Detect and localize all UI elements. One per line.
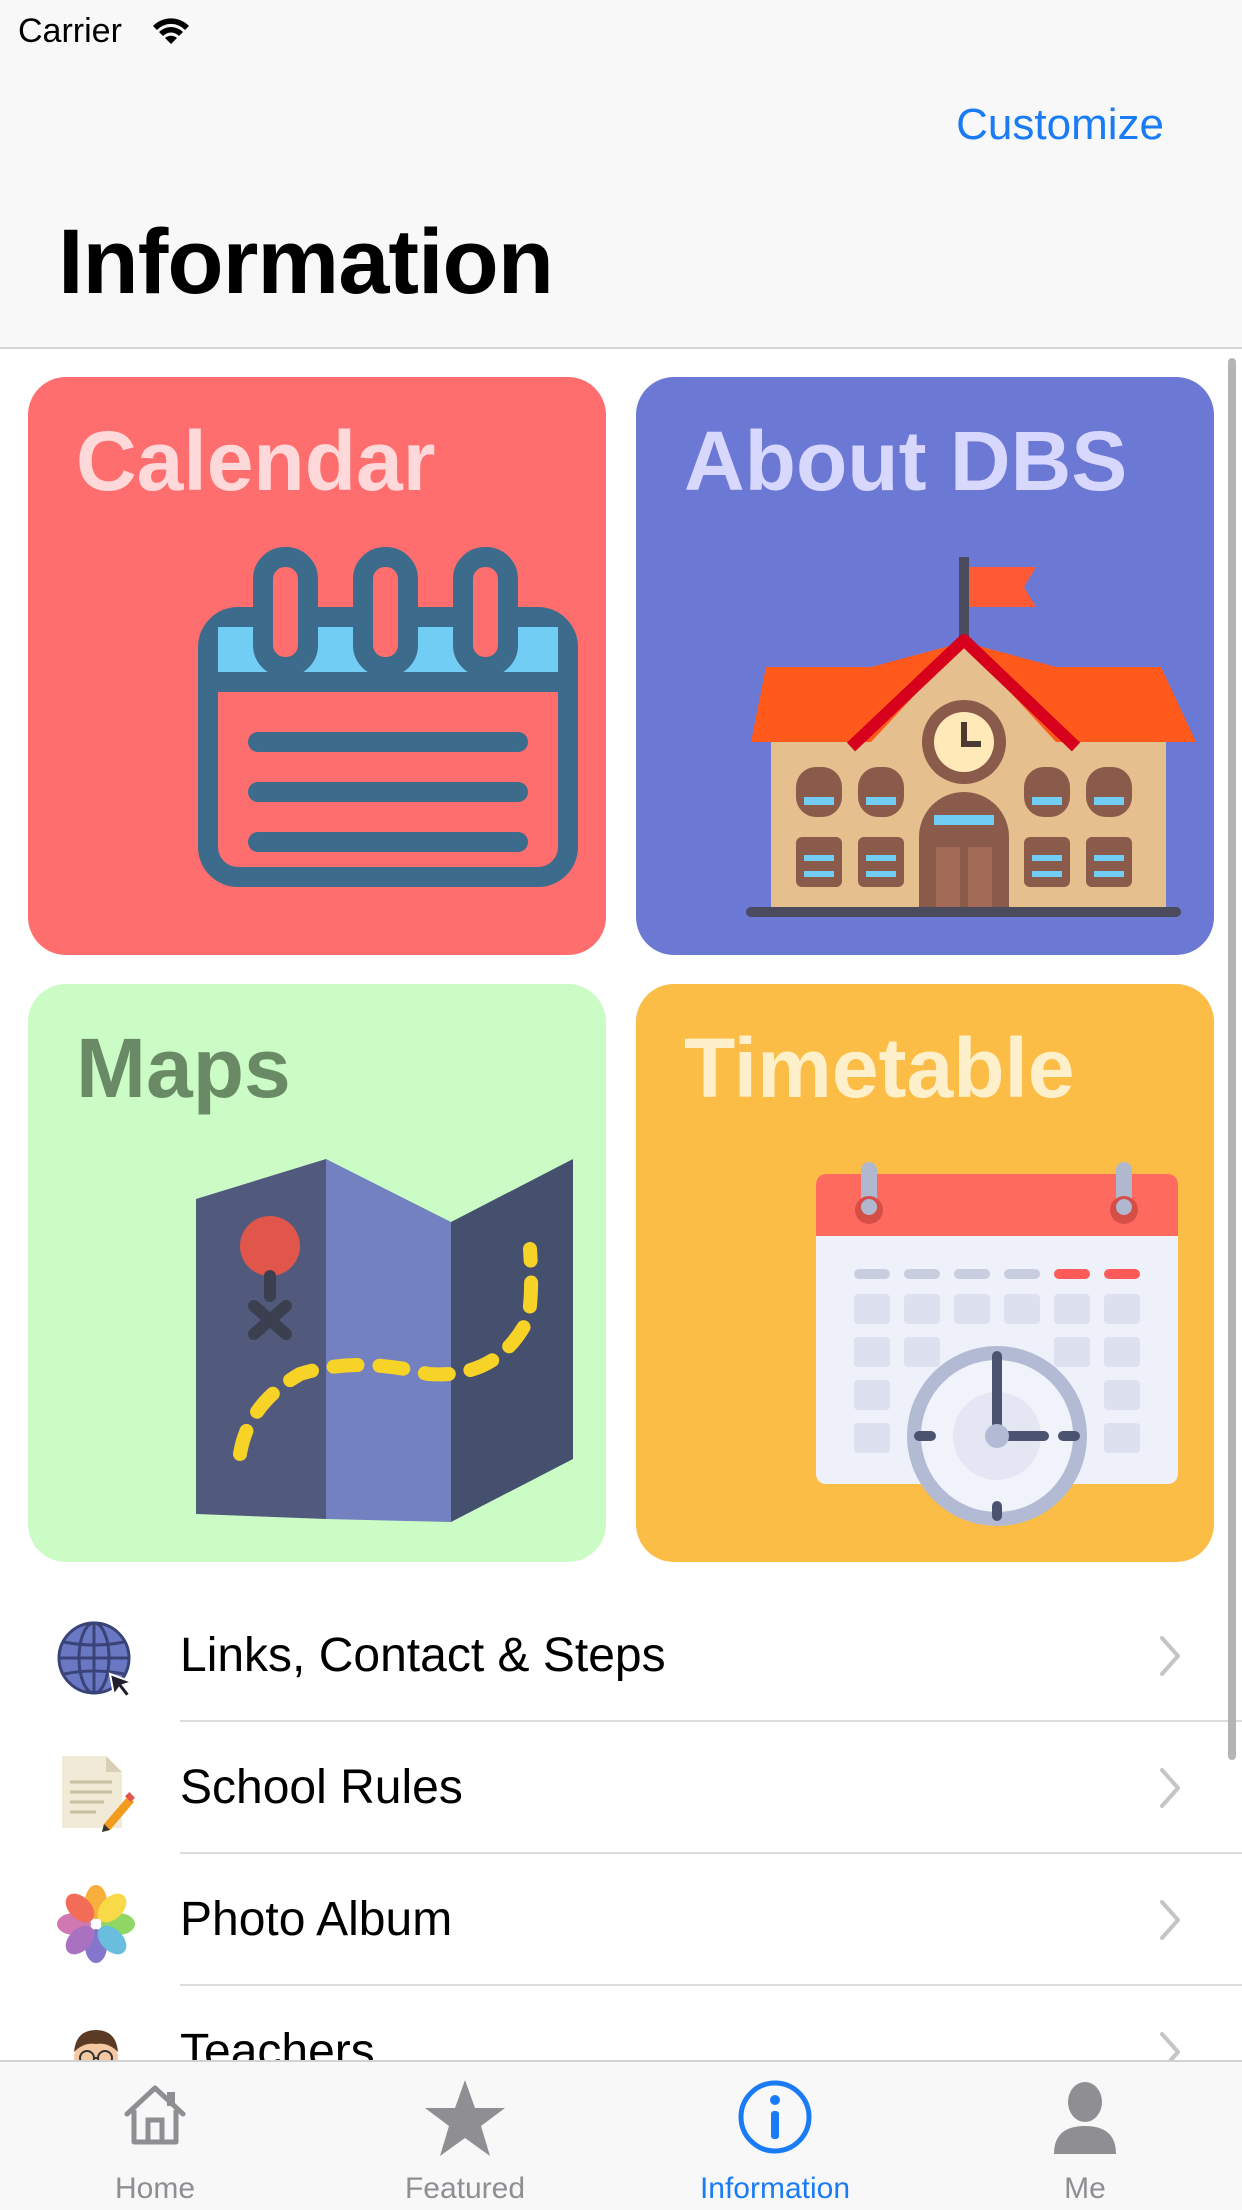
tab-featured[interactable]: Featured xyxy=(310,2062,620,2210)
tile-label: Timetable xyxy=(684,1021,1075,1115)
tile-label: About DBS xyxy=(684,414,1128,508)
tab-information[interactable]: Information xyxy=(620,2062,930,2210)
tile-about-dbs[interactable]: About DBS xyxy=(636,377,1214,955)
scrollbar[interactable] xyxy=(1228,358,1236,1760)
tab-label: Featured xyxy=(404,2172,526,2205)
page-title: Information xyxy=(58,211,554,313)
tile-timetable[interactable]: Timetable xyxy=(636,984,1214,1562)
list-item-photo-album[interactable]: Photo Album xyxy=(0,1854,1242,1986)
house-icon xyxy=(124,2085,186,2145)
customize-button[interactable]: Customize xyxy=(956,100,1164,150)
tile-label: Calendar xyxy=(76,414,436,508)
chevron-right-icon xyxy=(1160,1636,1180,1676)
tab-home[interactable]: Home xyxy=(0,2062,310,2210)
carrier-label: Carrier xyxy=(18,12,122,50)
list-item-label: Links, Contact & Steps xyxy=(180,1629,666,1682)
chevron-right-icon xyxy=(1160,1768,1180,1808)
info-circle-icon xyxy=(738,2080,812,2154)
list-item-links[interactable]: Links, Contact & Steps xyxy=(0,1590,1242,1722)
star-icon xyxy=(425,2080,505,2156)
tab-label: Home xyxy=(114,2172,196,2205)
globe-cursor-icon xyxy=(57,1621,136,1699)
status-bar: Carrier xyxy=(0,0,1242,62)
tile-label: Maps xyxy=(76,1021,291,1115)
tab-label: Me xyxy=(1064,2172,1106,2205)
wifi-icon xyxy=(153,18,189,44)
navigation-bar: Customize Information xyxy=(0,62,1242,349)
list-item-label: School Rules xyxy=(180,1761,463,1814)
tab-label: Information xyxy=(699,2172,851,2205)
list-item-label: Photo Album xyxy=(180,1893,453,1946)
tile-maps[interactable]: Maps xyxy=(28,984,606,1562)
chevron-right-icon xyxy=(1160,1900,1180,1940)
tab-bar: Home Featured Information Me xyxy=(0,2060,1242,2210)
document-pencil-icon xyxy=(62,1756,135,1832)
tile-calendar[interactable]: Calendar xyxy=(28,377,606,955)
photos-flower-icon xyxy=(57,1885,135,1963)
tab-me[interactable]: Me xyxy=(930,2062,1240,2210)
person-icon xyxy=(1054,2082,1116,2154)
list-item-school-rules[interactable]: School Rules xyxy=(0,1722,1242,1854)
